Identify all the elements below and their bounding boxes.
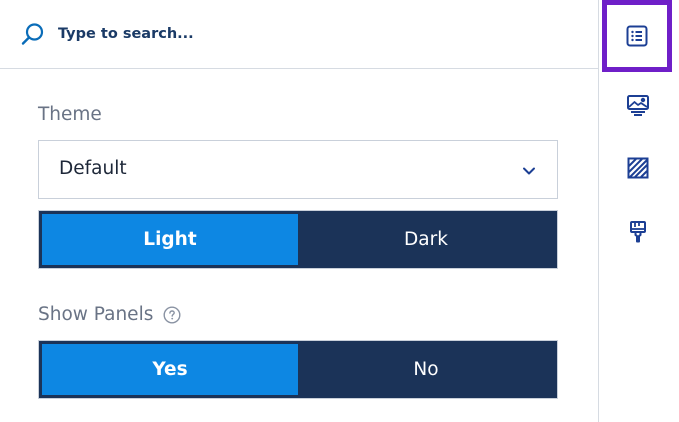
theme-label: Theme	[38, 104, 102, 125]
rail-item-image-settings[interactable]	[603, 70, 673, 140]
help-icon[interactable]	[163, 305, 181, 324]
rail-item-paint-brush[interactable]	[603, 197, 673, 267]
show-panels-label-row: Show Panels	[38, 304, 181, 325]
show-panels-label: Show Panels	[38, 304, 154, 325]
show-panels-toggle: Yes No	[38, 340, 558, 399]
search-icon	[21, 23, 44, 45]
panels-yes-button[interactable]: Yes	[42, 344, 298, 395]
search-input[interactable]	[58, 22, 538, 46]
image-settings-icon	[627, 95, 649, 116]
panels-no-button[interactable]: No	[298, 344, 554, 395]
list-icon	[626, 25, 648, 47]
paint-brush-icon	[630, 221, 646, 243]
theme-select[interactable]: Default	[38, 140, 558, 199]
rail-item-pattern[interactable]	[603, 133, 673, 203]
theme-select-value: Default	[59, 158, 127, 179]
chevron-down-icon	[523, 167, 535, 175]
theme-light-button[interactable]: Light	[42, 214, 298, 265]
search-bar	[0, 0, 598, 69]
pattern-icon	[627, 157, 649, 179]
theme-mode-toggle: Light Dark	[38, 210, 558, 269]
theme-dark-button[interactable]: Dark	[298, 214, 554, 265]
settings-panel: Theme Default Light Dark Show Panels Yes…	[0, 0, 598, 422]
side-rail	[598, 0, 679, 422]
rail-item-list[interactable]	[602, 0, 672, 72]
